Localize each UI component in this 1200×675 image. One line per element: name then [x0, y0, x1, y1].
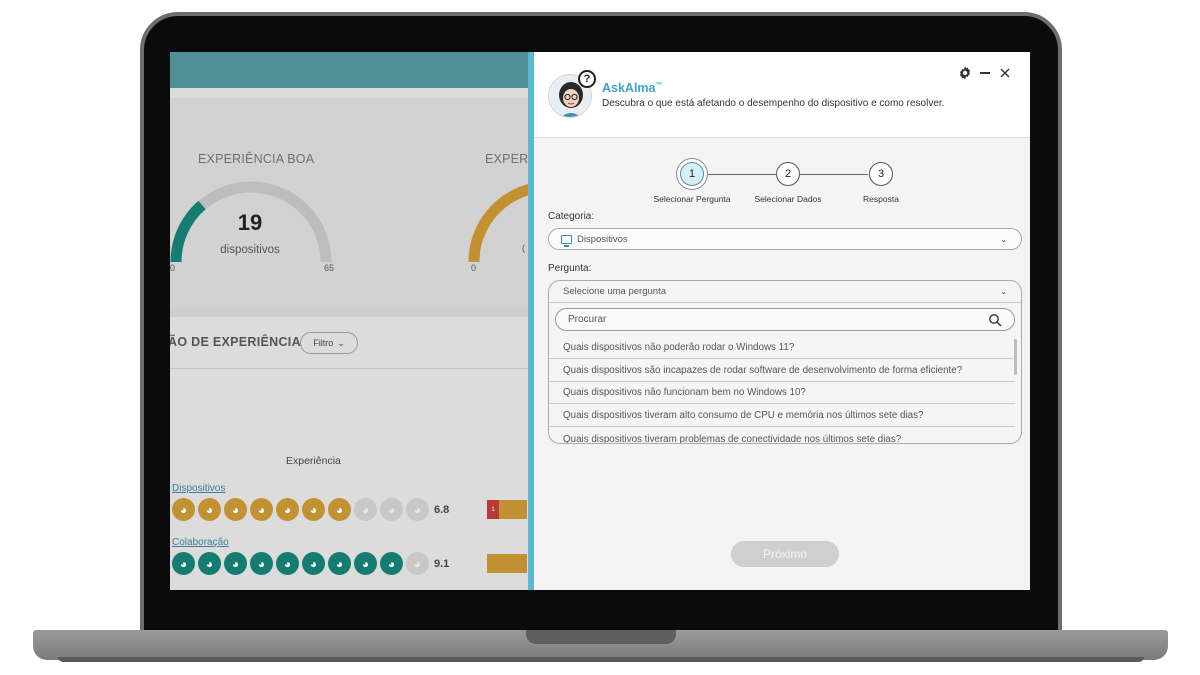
app-subtitle: Descubra o que está afetando o desempenh…: [602, 98, 945, 109]
row-link-devices[interactable]: Dispositivos: [172, 483, 225, 494]
close-icon[interactable]: [998, 66, 1012, 80]
gauge-min: 0: [170, 263, 176, 273]
section-title: ÃO DE EXPERIÊNCIA: [170, 335, 301, 349]
monitor-icon: [561, 234, 572, 247]
filter-label: Filtro: [313, 338, 334, 348]
step-connector: [800, 174, 868, 175]
gauge-value: 19: [237, 210, 263, 235]
chevron-down-icon: ⌄: [1000, 234, 1007, 244]
row-link-collaboration[interactable]: Colaboração: [172, 537, 229, 548]
gear-icon[interactable]: [958, 66, 972, 80]
search-icon[interactable]: [988, 313, 1002, 327]
question-select[interactable]: Selecione uma pergunta ⌄: [549, 281, 1021, 303]
collaboration-score-dots: ◕ ◕ ◕ ◕ ◕ ◕ ◕ ◕ ◕ ◕: [172, 552, 429, 575]
gauge2-min: 0: [471, 263, 477, 273]
question-dropdown: Selecione uma pergunta ⌄ Procurar Quais …: [548, 280, 1022, 444]
app-title: AskAlma™: [602, 81, 663, 95]
step-1-label: Selecionar Pergunta: [653, 194, 731, 204]
panel-header: ? AskAlma™ Descubra o que está afetando …: [534, 52, 1030, 138]
trademark-mark: ™: [655, 81, 663, 89]
globe-icon: ◕: [276, 498, 299, 521]
dashboard-header: [170, 52, 530, 88]
devices-bar-badge: 1: [487, 500, 499, 519]
globe-icon: ◕: [406, 498, 429, 521]
question-label: Pergunta:: [548, 263, 592, 274]
section-separator: [170, 307, 530, 317]
question-option[interactable]: Quais dispositivos não funcionam bem no …: [549, 382, 1015, 404]
experience-heading: Experiência: [286, 455, 341, 467]
globe-icon: ◕: [380, 552, 403, 575]
step-3: 3: [869, 162, 893, 186]
step-2: 2: [776, 162, 800, 186]
globe-icon: ◕: [302, 498, 325, 521]
question-option[interactable]: Quais dispositivos tiveram alto consumo …: [549, 405, 1015, 427]
globe-icon: ◕: [276, 552, 299, 575]
laptop-notch: [526, 630, 676, 644]
step-connector: [704, 174, 776, 175]
search-placeholder: Procurar: [568, 314, 607, 325]
chevron-down-icon: ⌄: [337, 337, 345, 348]
background-dashboard: EXPERIÊNCIA BOA EXPERI 19 dispositivos 0…: [170, 52, 530, 590]
question-placeholder: Selecione uma pergunta: [563, 286, 666, 297]
app-title-text: AskAlma: [602, 81, 656, 95]
chevron-down-icon: ⌄: [1000, 287, 1007, 296]
card-title-good: EXPERIÊNCIA BOA: [198, 152, 315, 166]
next-button[interactable]: Próximo: [731, 541, 839, 567]
filter-button[interactable]: Filtro ⌄: [300, 332, 358, 354]
question-option[interactable]: Quais dispositivos são incapazes de roda…: [549, 360, 1015, 382]
minimize-icon[interactable]: [978, 66, 992, 80]
globe-icon: ◕: [302, 552, 325, 575]
gauge-second: [468, 183, 530, 263]
globe-icon: ◕: [198, 552, 221, 575]
globe-icon: ◕: [354, 498, 377, 521]
globe-icon: ◕: [250, 498, 273, 521]
globe-icon: ◕: [328, 498, 351, 521]
globe-icon: ◕: [198, 498, 221, 521]
dropdown-scrollbar[interactable]: [1014, 339, 1017, 375]
globe-icon: ◕: [172, 552, 195, 575]
collaboration-bar: [487, 554, 527, 573]
card-title-partial: EXPERI: [485, 152, 530, 166]
section-divider: [170, 368, 530, 369]
globe-icon: ◕: [380, 498, 403, 521]
question-option[interactable]: Quais dispositivos tiveram problemas de …: [549, 428, 1015, 443]
category-label: Categoria:: [548, 211, 595, 222]
gauge-label: dispositivos: [220, 244, 280, 256]
category-value: Dispositivos: [577, 233, 628, 245]
screen: EXPERIÊNCIA BOA EXPERI 19 dispositivos 0…: [170, 52, 1030, 590]
globe-icon: ◕: [354, 552, 377, 575]
devices-score-dots: ◕ ◕ ◕ ◕ ◕ ◕ ◕ ◕ ◕ ◕: [172, 498, 429, 521]
window-controls: [958, 66, 1012, 80]
globe-icon: ◕: [224, 498, 247, 521]
laptop-base-shadow: [58, 657, 1144, 662]
devices-score: 6.8: [434, 504, 450, 516]
question-option[interactable]: Quais dispositivos não poderão rodar o W…: [549, 337, 1015, 359]
step-2-label: Selecionar Dados: [754, 194, 822, 204]
globe-icon: ◕: [224, 552, 247, 575]
collaboration-score: 9.1: [434, 558, 450, 570]
globe-icon: ◕: [172, 498, 195, 521]
gauge2-partial-label: (: [522, 243, 525, 253]
category-select[interactable]: Dispositivos ⌄: [548, 228, 1022, 250]
step-1: 1: [680, 162, 704, 186]
askalma-panel: ? AskAlma™ Descubra o que está afetando …: [534, 52, 1030, 590]
globe-icon: ◕: [406, 552, 429, 575]
globe-icon: ◕: [250, 552, 273, 575]
question-badge-icon: ?: [578, 70, 596, 88]
step-3-label: Resposta: [863, 194, 899, 204]
search-input[interactable]: Procurar: [555, 308, 1015, 331]
globe-icon: ◕: [328, 552, 351, 575]
gauge-max: 65: [324, 263, 335, 273]
